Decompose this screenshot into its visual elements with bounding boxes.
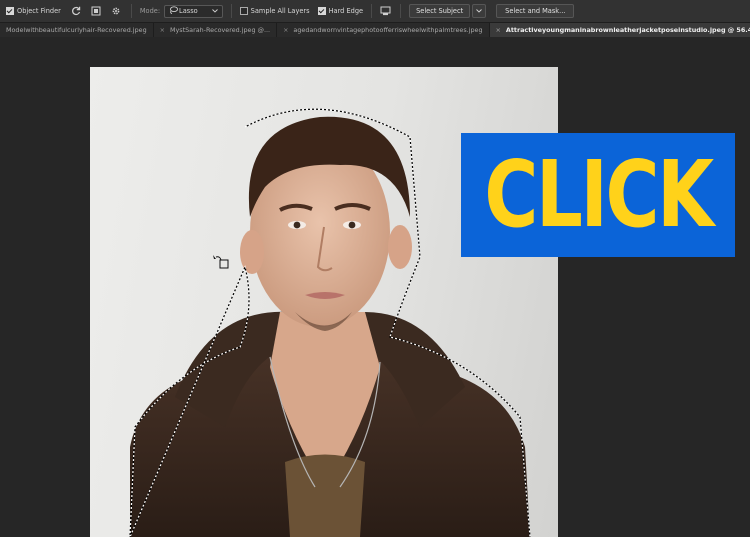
show-all-objects-icon[interactable] [89, 4, 103, 18]
chevron-down-icon [476, 9, 482, 13]
lasso-icon [169, 6, 178, 16]
sample-all-layers-toggle[interactable]: Sample All Layers [239, 7, 310, 15]
tab-label: MystSarah-Recovered.jpeg @... [169, 26, 271, 34]
document-tab-active[interactable]: × Attractiveyoungmaninabrownleatherjacke… [489, 23, 750, 37]
document-tab[interactable]: Modelwithbeautifulcurlyhair-Recovered.jp… [0, 23, 154, 37]
separator [371, 4, 373, 18]
document-tab-bar: Modelwithbeautifulcurlyhair-Recovered.jp… [0, 23, 750, 37]
separator [130, 4, 132, 18]
separator [400, 4, 402, 18]
mode-label: Mode: [139, 7, 161, 15]
object-finder-toggle[interactable]: Object Finder [6, 7, 61, 15]
options-bar: Object Finder Mode: Lasso Sample All Lay… [0, 0, 750, 23]
mode-value: Lasso [179, 7, 198, 15]
document-tab[interactable]: × agedandwornvintagephotoofferriswheelwi… [277, 23, 490, 37]
canvas-area[interactable]: CLICK [0, 37, 750, 537]
lasso-cursor-icon [212, 254, 230, 274]
select-subject-device-icon[interactable] [378, 4, 392, 18]
gear-icon[interactable] [109, 4, 123, 18]
close-icon[interactable]: × [283, 26, 288, 34]
tab-label: Modelwithbeautifulcurlyhair-Recovered.jp… [6, 26, 147, 34]
hard-edge-label: Hard Edge [328, 7, 364, 15]
select-subject-dropdown[interactable] [472, 4, 487, 18]
sample-all-layers-checkbox[interactable] [239, 7, 248, 15]
object-finder-label: Object Finder [17, 7, 61, 15]
chevron-down-icon [211, 7, 218, 15]
close-icon[interactable]: × [496, 26, 501, 34]
refresh-icon[interactable] [69, 4, 83, 18]
click-overlay-text: CLICK [484, 141, 714, 248]
document-tab[interactable]: × MystSarah-Recovered.jpeg @... [154, 23, 278, 37]
select-subject-button[interactable]: Select Subject [409, 4, 471, 18]
tab-label: Attractiveyoungmaninabrownleatherjacketp… [505, 26, 750, 34]
hard-edge-checkbox[interactable] [317, 7, 326, 15]
separator [230, 4, 232, 18]
click-overlay-banner: CLICK [461, 133, 735, 257]
tab-label: agedandwornvintagephotoofferriswheelwith… [293, 26, 483, 34]
object-finder-checkbox-icon[interactable] [6, 7, 14, 15]
sample-all-layers-label: Sample All Layers [250, 7, 310, 15]
hard-edge-toggle[interactable]: Hard Edge [317, 7, 364, 15]
select-and-mask-button[interactable]: Select and Mask... [496, 4, 575, 18]
mode-dropdown[interactable]: Lasso [164, 4, 223, 18]
close-icon[interactable]: × [160, 26, 165, 34]
